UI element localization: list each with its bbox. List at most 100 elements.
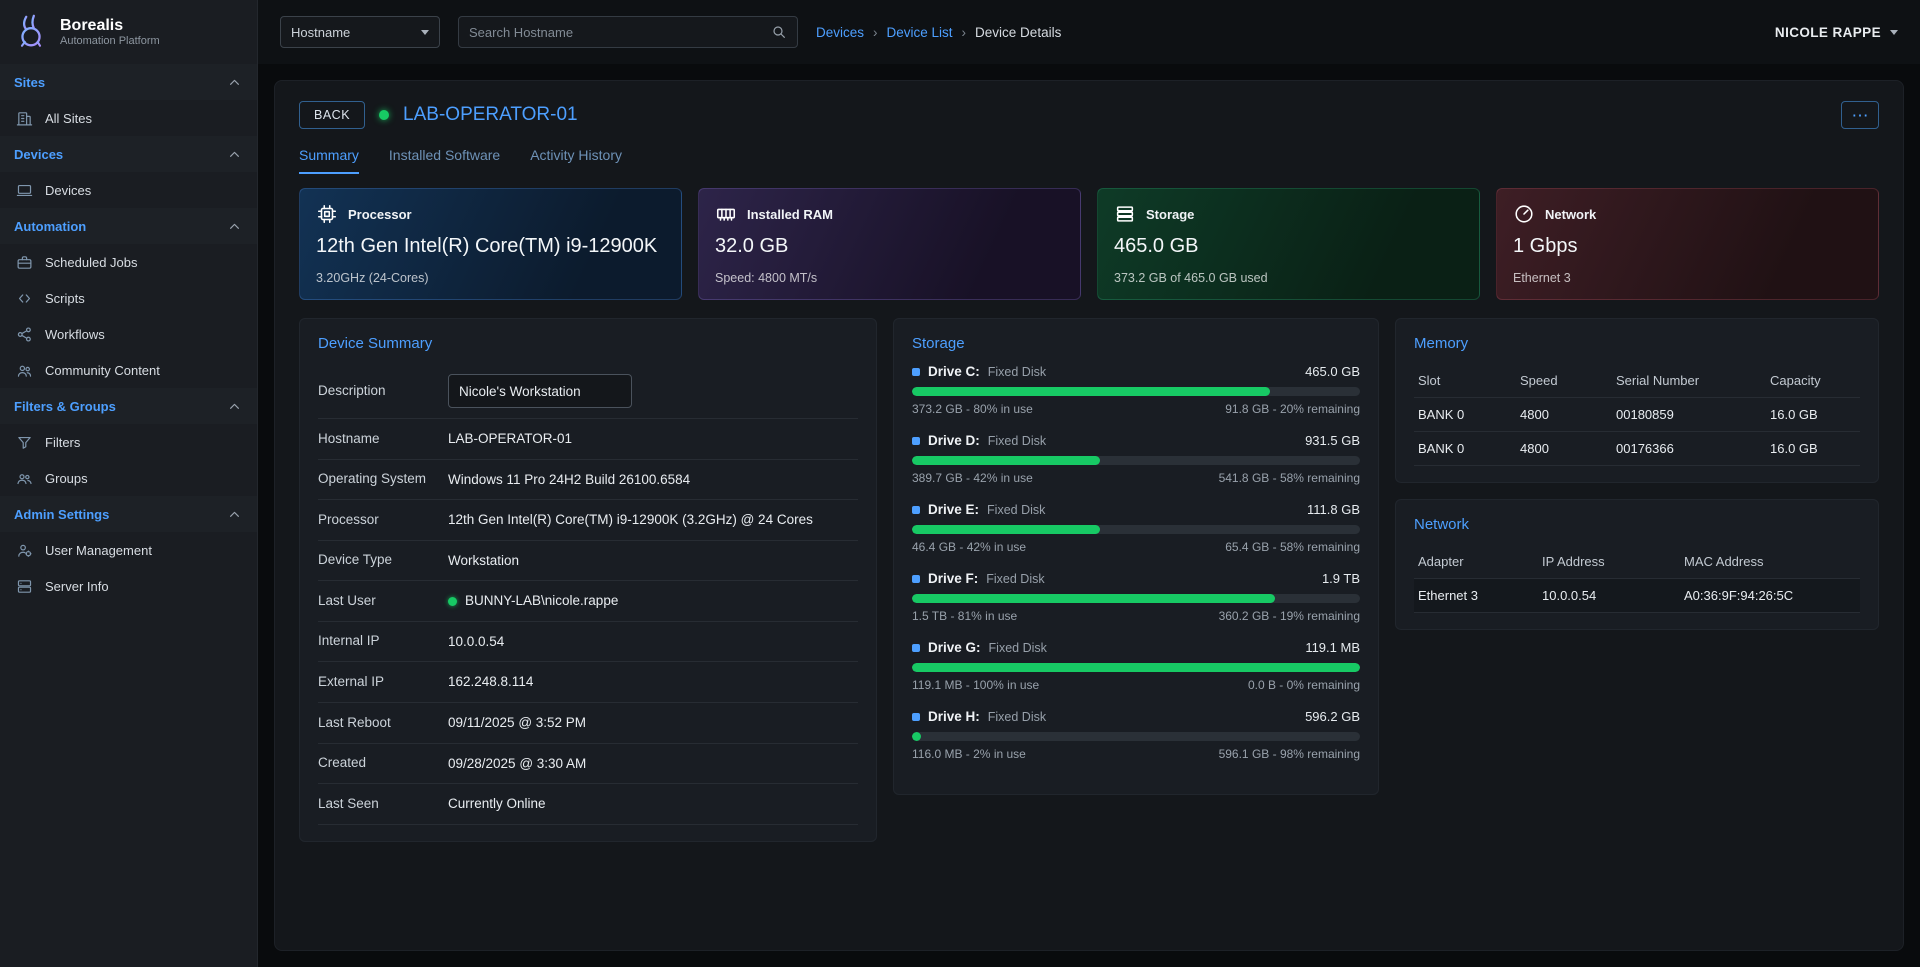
row-label: Internal IP (318, 632, 448, 650)
row-label: Created (318, 754, 448, 772)
cell-serial: 00176366 (1616, 441, 1764, 456)
online-status-dot (448, 597, 457, 606)
tab-installed-software[interactable]: Installed Software (389, 147, 500, 174)
row-label: Operating System (318, 470, 448, 488)
section-label: Sites (14, 75, 45, 90)
drive-size: 111.8 GB (1307, 502, 1360, 517)
drive-type: Fixed Disk (988, 434, 1046, 448)
drive-row-d: Drive D: Fixed Disk 931.5 GB 389.7 GB - … (912, 433, 1360, 485)
card-label: Installed RAM (747, 207, 833, 222)
back-button[interactable]: BACK (299, 101, 365, 129)
breadcrumb-device-list[interactable]: Device List (887, 25, 953, 40)
cell-capacity: 16.0 GB (1770, 441, 1856, 456)
memory-panel: Memory Slot Speed Serial Number Capacity… (1395, 318, 1879, 483)
sidebar-section-admin-settings[interactable]: Admin Settings (0, 496, 257, 532)
ram-card: Installed RAM 32.0 GB Speed: 4800 MT/s (698, 188, 1081, 300)
breadcrumb-separator: › (873, 25, 878, 40)
card-value: 465.0 GB (1114, 235, 1463, 258)
memory-icon (715, 203, 737, 225)
sidebar-section-filters-groups[interactable]: Filters & Groups (0, 388, 257, 424)
drive-remaining: 596.1 GB - 98% remaining (1219, 747, 1360, 761)
drive-row-c: Drive C: Fixed Disk 465.0 GB 373.2 GB - … (912, 364, 1360, 416)
chevron-down-icon (1890, 30, 1898, 35)
search-box (458, 16, 798, 48)
search-icon[interactable] (771, 24, 787, 40)
drive-remaining: 0.0 B - 0% remaining (1248, 678, 1360, 692)
card-footer: 3.20GHz (24-Cores) (316, 271, 665, 285)
sidebar-item-all-sites[interactable]: All Sites (0, 100, 257, 136)
user-name: NICOLE RAPPE (1775, 25, 1881, 40)
share-nodes-icon (16, 326, 33, 343)
sidebar-item-scripts[interactable]: Scripts (0, 280, 257, 316)
drive-name: Drive C: (928, 364, 980, 379)
sidebar-item-scheduled-jobs[interactable]: Scheduled Jobs (0, 244, 257, 280)
user-menu[interactable]: NICOLE RAPPE (1775, 25, 1898, 40)
people-icon (16, 362, 33, 379)
chevron-down-icon (421, 30, 429, 35)
sidebar-item-community-content[interactable]: Community Content (0, 352, 257, 388)
brand-name: Borealis (60, 17, 160, 35)
breadcrumb: Devices › Device List › Device Details (816, 25, 1061, 40)
sidebar-section-automation[interactable]: Automation (0, 208, 257, 244)
drive-type: Fixed Disk (989, 641, 1047, 655)
card-footer: Speed: 4800 MT/s (715, 271, 1064, 285)
search-input[interactable] (469, 25, 763, 40)
item-label: All Sites (45, 111, 92, 126)
tab-summary[interactable]: Summary (299, 147, 359, 174)
sidebar-item-devices[interactable]: Devices (0, 172, 257, 208)
drive-name: Drive H: (928, 709, 980, 724)
card-value: 12th Gen Intel(R) Core(TM) i9-12900K (316, 235, 665, 258)
chevron-up-icon (226, 74, 243, 91)
row-label: Processor (318, 511, 448, 529)
more-options-button[interactable]: ⋯ (1841, 101, 1879, 129)
summary-row-last-reboot: Last Reboot 09/11/2025 @ 3:52 PM (318, 703, 858, 744)
sidebar-item-workflows[interactable]: Workflows (0, 316, 257, 352)
code-icon (16, 290, 33, 307)
sidebar-item-groups[interactable]: Groups (0, 460, 257, 496)
card-value: 32.0 GB (715, 235, 1064, 258)
drive-row-e: Drive E: Fixed Disk 111.8 GB 46.4 GB - 4… (912, 502, 1360, 554)
item-label: Groups (45, 471, 88, 486)
row-label: Last User (318, 592, 448, 610)
section-label: Admin Settings (14, 507, 109, 522)
item-label: Workflows (45, 327, 105, 342)
drive-name: Drive D: (928, 433, 980, 448)
cell-slot: BANK 0 (1418, 407, 1514, 422)
breadcrumb-devices[interactable]: Devices (816, 25, 864, 40)
sidebar-section-sites[interactable]: Sites (0, 64, 257, 100)
cpu-icon (316, 203, 338, 225)
sidebar-section-devices[interactable]: Devices (0, 136, 257, 172)
drive-type: Fixed Disk (986, 572, 1044, 586)
breadcrumb-separator: › (962, 25, 967, 40)
drive-usage-bar (912, 387, 1360, 396)
sidebar-item-server-info[interactable]: Server Info (0, 568, 257, 604)
network-panel: Network Adapter IP Address MAC Address E… (1395, 499, 1879, 630)
panel-title: Storage (912, 335, 1360, 352)
row-value: 10.0.0.54 (448, 632, 504, 652)
card-value: 1 Gbps (1513, 235, 1862, 258)
drive-bullet-icon (912, 713, 920, 721)
network-table-row: Ethernet 3 10.0.0.54 A0:36:9F:94:26:5C (1414, 579, 1860, 613)
laptop-icon (16, 182, 33, 199)
user-gear-icon (16, 542, 33, 559)
device-summary-panel: Device Summary Description Hostname LAB-… (299, 318, 877, 842)
sidebar-item-filters[interactable]: Filters (0, 424, 257, 460)
tab-activity-history[interactable]: Activity History (530, 147, 622, 174)
storage-card: Storage 465.0 GB 373.2 GB of 465.0 GB us… (1097, 188, 1480, 300)
drive-usage-bar (912, 456, 1360, 465)
drive-size: 1.9 TB (1322, 571, 1360, 586)
row-label: Last Reboot (318, 714, 448, 732)
sidebar-item-user-management[interactable]: User Management (0, 532, 257, 568)
drive-bullet-icon (912, 368, 920, 376)
cell-mac: A0:36:9F:94:26:5C (1684, 588, 1856, 603)
description-input[interactable] (448, 374, 632, 408)
online-status-dot (379, 110, 389, 120)
row-value: Currently Online (448, 794, 546, 814)
memory-table-row: BANK 0 4800 00176366 16.0 GB (1414, 432, 1860, 466)
row-value: Windows 11 Pro 24H2 Build 26100.6584 (448, 470, 690, 490)
drive-row-g: Drive G: Fixed Disk 119.1 MB 119.1 MB - … (912, 640, 1360, 692)
hostname-filter-dropdown[interactable]: Hostname (280, 16, 440, 48)
summary-row-last-seen: Last Seen Currently Online (318, 784, 858, 825)
column-header: Capacity (1770, 373, 1856, 388)
summary-row-hostname: Hostname LAB-OPERATOR-01 (318, 419, 858, 460)
